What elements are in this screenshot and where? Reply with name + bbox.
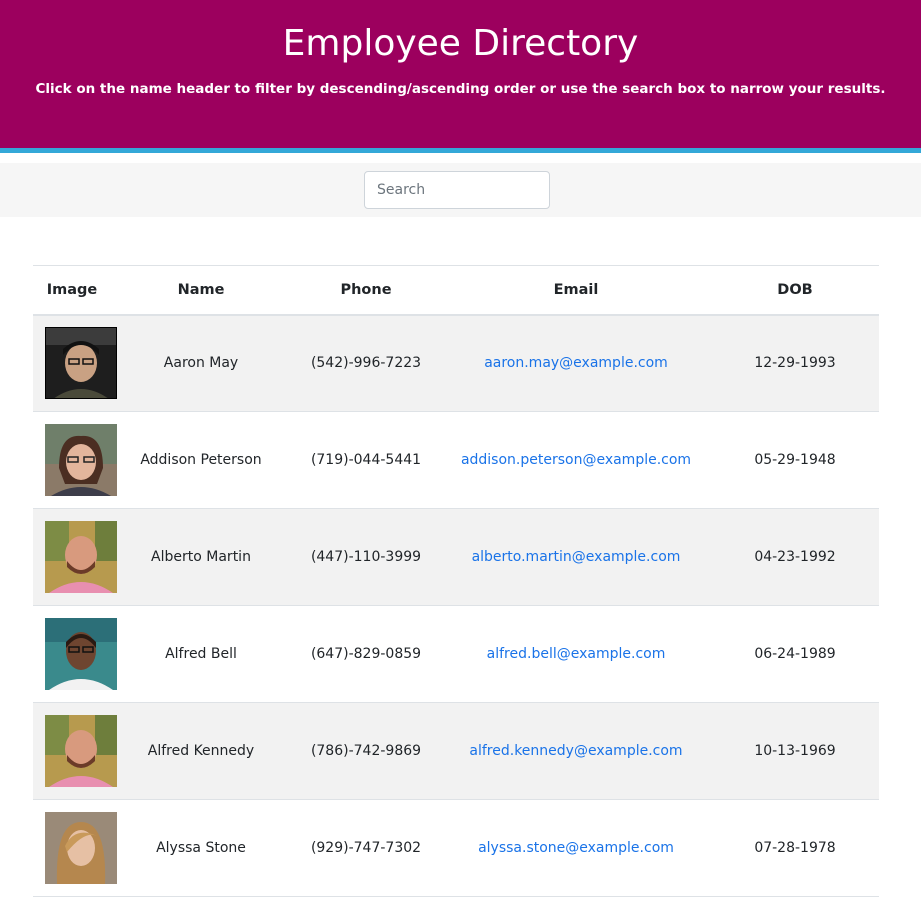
portrait-icon <box>45 715 117 787</box>
table-row: Alfred Bell (647)-829-0859 alfred.bell@e… <box>33 606 879 703</box>
portrait-icon <box>45 327 117 400</box>
employee-photo <box>45 424 117 496</box>
image-cell <box>33 315 117 412</box>
column-header-phone: Phone <box>340 281 392 298</box>
table-row: Alfred Kennedy (786)-742-9869 alfred.ken… <box>33 702 879 800</box>
image-cell <box>33 703 117 800</box>
portrait-icon <box>45 521 117 593</box>
header-divider <box>0 148 921 153</box>
table-row: Alberto Martin (447)-110-3999 alberto.ma… <box>33 508 879 606</box>
employee-phone: (929)-747-7302 <box>310 840 422 856</box>
employee-phone: (542)-996-7223 <box>310 355 422 372</box>
table-body: Aaron May (542)-996-7223 aaron.may@examp… <box>33 314 879 897</box>
image-cell <box>33 509 117 606</box>
table-header: Image Name Phone Email DOB <box>33 265 879 315</box>
employee-table: Image Name Phone Email DOB Aaron May (54… <box>33 265 879 897</box>
employee-email-link[interactable]: aaron.may@example.com <box>484 355 668 371</box>
search-bar <box>0 163 921 217</box>
portrait-icon <box>45 812 117 884</box>
table-row: Addison Peterson (719)-044-5441 addison.… <box>33 412 879 509</box>
image-cell <box>33 800 117 897</box>
image-cell <box>33 606 117 703</box>
page-subtitle: Click on the name header to filter by de… <box>35 81 886 97</box>
employee-photo <box>45 812 117 884</box>
employee-dob: 10-13-1969 <box>754 743 836 759</box>
employee-photo <box>45 521 117 593</box>
employee-email-cell: alfred.bell@example.com <box>441 606 711 703</box>
employee-photo <box>45 618 117 690</box>
employee-dob: 06-24-1989 <box>754 646 836 662</box>
employee-dob: 04-23-1992 <box>754 549 836 565</box>
employee-email-link[interactable]: alberto.martin@example.com <box>472 549 681 565</box>
employee-email-link[interactable]: addison.peterson@example.com <box>461 452 691 468</box>
column-header-dob: DOB <box>777 281 813 298</box>
employee-name: Aaron May <box>163 355 239 372</box>
employee-email-cell: aaron.may@example.com <box>441 315 711 412</box>
image-cell <box>33 412 117 509</box>
employee-phone: (719)-044-5441 <box>310 452 422 468</box>
employee-email-cell: alberto.martin@example.com <box>441 509 711 606</box>
employee-phone: (647)-829-0859 <box>310 646 422 662</box>
employee-phone: (447)-110-3999 <box>310 549 422 565</box>
employee-email-link[interactable]: alfred.kennedy@example.com <box>469 743 682 759</box>
employee-photo <box>45 327 117 400</box>
page-header: Employee Directory Click on the name hea… <box>0 0 921 148</box>
table-header-row: Image Name Phone Email DOB <box>33 265 879 315</box>
page-title: Employee Directory <box>282 23 639 64</box>
employee-name: Alfred Bell <box>165 646 237 662</box>
employee-dob: 05-29-1948 <box>754 452 836 468</box>
table-row: Aaron May (542)-996-7223 aaron.may@examp… <box>33 314 879 412</box>
employee-email-cell: addison.peterson@example.com <box>441 412 711 509</box>
employee-photo <box>45 715 117 787</box>
employee-email-link[interactable]: alfred.bell@example.com <box>487 646 666 662</box>
column-header-image: Image <box>46 281 98 298</box>
employee-phone: (786)-742-9869 <box>310 743 422 759</box>
search-input[interactable] <box>364 171 550 209</box>
employee-name: Addison Peterson <box>140 452 262 468</box>
employee-dob: 12-29-1993 <box>754 355 836 372</box>
employee-email-cell: alyssa.stone@example.com <box>441 800 711 897</box>
employee-email-link[interactable]: alyssa.stone@example.com <box>478 840 674 856</box>
portrait-icon <box>45 618 117 690</box>
employee-name: Alberto Martin <box>151 549 251 565</box>
portrait-icon <box>45 424 117 496</box>
employee-email-cell: alfred.kennedy@example.com <box>441 703 711 800</box>
column-header-email: Email <box>553 281 599 298</box>
employee-dob: 07-28-1978 <box>754 840 836 856</box>
employee-name: Alfred Kennedy <box>147 743 255 759</box>
table-row: Alyssa Stone (929)-747-7302 alyssa.stone… <box>33 800 879 897</box>
employee-name: Alyssa Stone <box>156 840 246 856</box>
column-header-name[interactable]: Name <box>111 266 291 315</box>
